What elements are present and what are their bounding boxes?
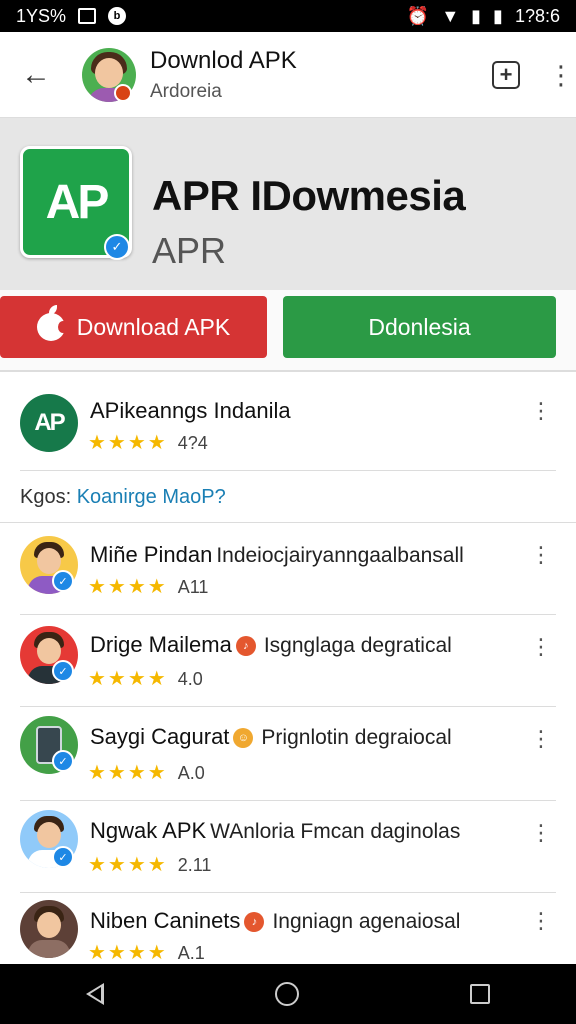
rating-value: 2.11 — [177, 855, 212, 875]
item-desc: Indeiocjairyanngaalbansall — [216, 544, 464, 567]
secondary-button-label: Ddonlesia — [368, 313, 471, 340]
featured-item[interactable]: AP APikeanngs Indanila ★★★★ 4?4 ⋮ — [0, 372, 576, 472]
rating-value: 4.0 — [177, 669, 203, 689]
status-bar: 1YS% b ⏰ ▼ ▮ ▮ 1?8:6 — [0, 0, 576, 32]
item-name: Ngwak APK — [90, 818, 207, 843]
rating-value: A11 — [177, 577, 209, 597]
divider — [20, 800, 556, 801]
item-desc: Prignlotin degraiocal — [261, 726, 452, 749]
featured-icon-text: AP — [34, 409, 65, 436]
verified-badge-icon: ✓ — [52, 846, 74, 868]
secondary-button[interactable]: Ddonlesia — [283, 296, 556, 358]
list-item[interactable]: ✓ Saygi Cagurat ☺ Prignlotin degraiocal ★★… — [0, 708, 576, 800]
kgos-prefix: Kgos: — [20, 486, 72, 508]
download-button-label: Download APK — [76, 313, 231, 340]
app-bar-subtitle: Ardoreia — [150, 80, 222, 102]
divider — [20, 706, 556, 707]
more-options-icon[interactable]: ⋮ — [548, 62, 574, 88]
more-options-icon[interactable]: ⋮ — [530, 728, 552, 750]
item-rating: ★★★★ A.0 — [88, 760, 205, 785]
app-list: AP APikeanngs Indanila ★★★★ 4?4 ⋮ Kgos: K… — [0, 370, 576, 964]
note-icon: ♪ — [235, 636, 256, 657]
nav-recents-icon[interactable] — [470, 984, 491, 1004]
nav-back-icon[interactable] — [85, 983, 104, 1005]
item-rating: ★★★★ 4.0 — [88, 666, 203, 691]
wifi-icon: ▼ — [441, 5, 460, 26]
emoji-icon: ☺ — [233, 728, 254, 749]
featured-app-icon: AP — [20, 394, 78, 452]
app-bar-title: Downlod APK — [150, 46, 297, 74]
kgos-line: Kgos: Koanirge MaoP? — [20, 486, 226, 509]
add-icon[interactable]: + — [492, 60, 520, 89]
app-bar: ← Downlod APK Ardoreia + ⋮ — [0, 32, 576, 118]
nav-home-icon[interactable] — [274, 982, 299, 1006]
app-icon-text: AP — [45, 175, 110, 229]
item-rating: ★★★★ A11 — [88, 574, 208, 599]
item-name: Drige Mailema — [90, 632, 232, 657]
item-rating: ★★★★ A.1 — [88, 940, 205, 964]
divider — [20, 892, 556, 893]
navigation-bar — [0, 964, 576, 1024]
status-time: 1?8:6 — [514, 5, 560, 26]
note-icon: ♪ — [244, 912, 265, 933]
more-options-icon[interactable]: ⋮ — [530, 400, 552, 422]
star-icons: ★★★★ — [88, 668, 168, 690]
item-name: Niben Caninets — [90, 908, 241, 933]
star-icons: ★★★★ — [88, 576, 168, 598]
more-options-icon[interactable]: ⋮ — [530, 822, 552, 844]
star-icons: ★★★★ — [88, 432, 168, 454]
kgos-link[interactable]: Koanirge MaoP? — [77, 486, 226, 508]
avatar — [20, 900, 78, 958]
app-title: APR IDowmesia — [152, 172, 466, 219]
verified-badge-icon: ✓ — [52, 570, 74, 592]
more-options-icon[interactable]: ⋮ — [530, 910, 552, 932]
list-item[interactable]: ✓ Ngwak APK WAnloria Fmcan daginolas ★★★★… — [0, 802, 576, 894]
download-apk-button[interactable]: Download APK — [0, 296, 267, 358]
featured-title: APikeanngs Indanila — [90, 398, 291, 423]
item-name: Miñe Pindan — [90, 542, 213, 567]
app-subtitle: APR — [152, 230, 227, 271]
item-desc: WAnloria Fmcan daginolas — [210, 820, 461, 843]
rating-value: A.0 — [177, 763, 205, 783]
rating-value: A.1 — [177, 943, 205, 963]
item-desc: Ingniagn agenaiosal — [272, 910, 461, 933]
divider — [0, 522, 576, 523]
alarm-icon: ⏰ — [406, 5, 430, 26]
divider — [20, 470, 556, 471]
item-name: Saygi Cagurat — [90, 724, 230, 749]
more-options-icon[interactable]: ⋮ — [530, 636, 552, 658]
screenshot-icon — [78, 8, 97, 24]
star-icons: ★★★★ — [88, 762, 168, 784]
verified-badge-icon: ✓ — [104, 234, 130, 260]
list-item[interactable]: Niben Caninets ♪ Ingniagn agenaiosal ★★★★ A… — [0, 894, 576, 964]
app-header: AP ✓ APR IDowmesia APR — [0, 118, 576, 290]
verified-badge-icon: ✓ — [52, 660, 74, 682]
star-icons: ★★★★ — [88, 942, 168, 964]
featured-rating: ★★★★ 4?4 — [88, 430, 208, 455]
item-desc: Isgnglaga degratical — [263, 634, 452, 657]
avatar-badge-icon — [114, 84, 132, 102]
list-item[interactable]: ✓ Miñe Pindan Indeiocjairyanngaalbansall … — [0, 524, 576, 616]
rating-value: 4?4 — [177, 433, 208, 453]
list-item[interactable]: ✓ Drige Mailema ♪ Isgnglaga degratical ★★★… — [0, 616, 576, 708]
more-options-icon[interactable]: ⋮ — [530, 544, 552, 566]
status-left-text: 1YS% — [16, 5, 67, 26]
apple-icon — [36, 305, 68, 341]
item-rating: ★★★★ 2.11 — [88, 852, 211, 877]
back-arrow-icon[interactable]: ← — [14, 53, 58, 97]
signal-icon: ▮ — [471, 5, 482, 26]
notification-icon: b — [108, 7, 127, 25]
battery-icon: ▮ — [493, 5, 503, 26]
star-icons: ★★★★ — [88, 854, 168, 876]
verified-badge-icon: ✓ — [52, 750, 74, 772]
divider — [20, 614, 556, 615]
